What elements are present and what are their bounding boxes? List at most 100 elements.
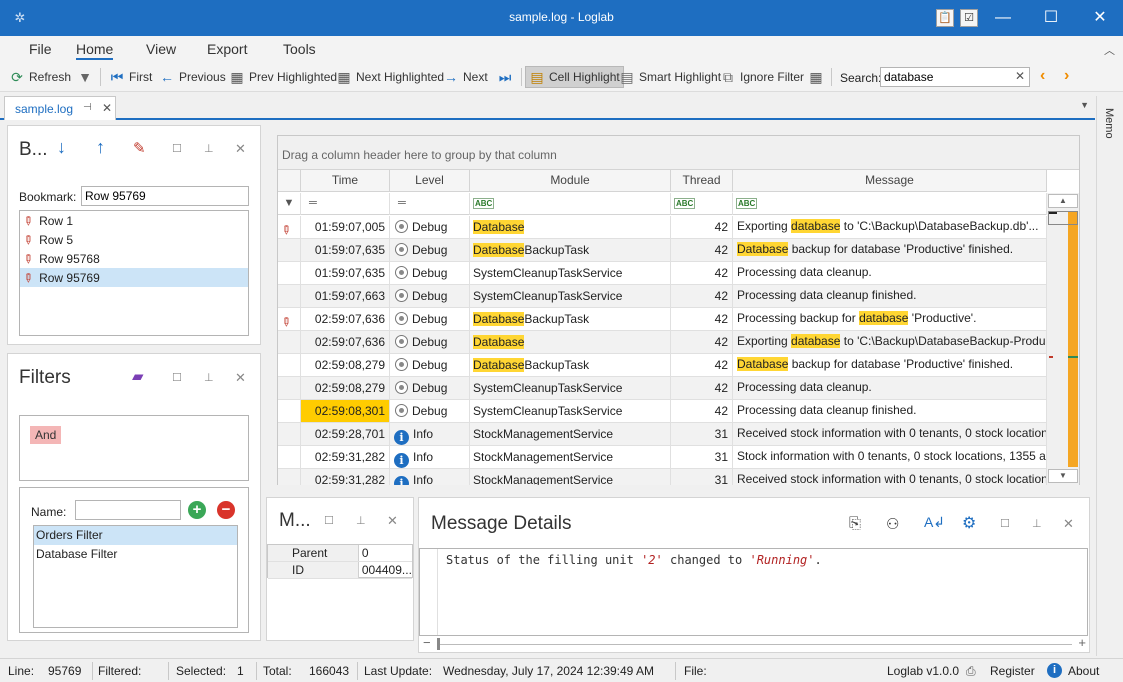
close-panel-icon[interactable]: ✕ bbox=[387, 513, 398, 529]
tab-list-dropdown-icon[interactable]: ▼ bbox=[1080, 100, 1089, 110]
property-row[interactable]: ID 004409... bbox=[268, 562, 412, 579]
module-cell[interactable]: SystemCleanupTaskService bbox=[470, 285, 671, 307]
row-indicator-cell[interactable] bbox=[278, 446, 301, 468]
bookmark-item[interactable]: ✎ Row 95768 bbox=[20, 249, 248, 268]
maximize-button[interactable]: ☐ bbox=[1028, 0, 1074, 36]
column-header-thread[interactable]: Thread bbox=[671, 170, 733, 192]
scroll-up-icon[interactable]: ▲ bbox=[1048, 194, 1078, 208]
row-indicator-cell[interactable] bbox=[278, 423, 301, 445]
gear-icon[interactable]: ⚙ bbox=[962, 513, 976, 533]
thread-cell[interactable]: 31 bbox=[671, 423, 733, 445]
search-next-icon[interactable]: › bbox=[1064, 67, 1069, 85]
property-row[interactable]: Parent 0 bbox=[268, 545, 412, 562]
filter-item[interactable]: Orders Filter bbox=[34, 526, 237, 545]
minimize-button[interactable]: — bbox=[980, 0, 1026, 36]
bookmark-item[interactable]: ✎ Row 5 bbox=[20, 230, 248, 249]
zoom-out-icon[interactable]: − bbox=[423, 635, 431, 650]
grid-options-button[interactable]: ▦ bbox=[805, 66, 827, 88]
row-indicator-cell[interactable] bbox=[278, 331, 301, 353]
clipboard-icon[interactable]: 📋 bbox=[936, 9, 954, 27]
eraser-icon[interactable]: ▰ bbox=[132, 367, 144, 385]
message-cell[interactable]: Database backup for database 'Productive… bbox=[733, 239, 1047, 261]
module-cell[interactable]: DatabaseBackupTask bbox=[470, 239, 671, 261]
module-cell[interactable]: DatabaseBackupTask bbox=[470, 308, 671, 330]
bookmark-input[interactable] bbox=[81, 186, 249, 206]
row-indicator-cell[interactable] bbox=[278, 262, 301, 284]
table-row[interactable]: 01:59:07,635 Debug DatabaseBackupTask 42 Dat… bbox=[278, 239, 1047, 262]
module-cell[interactable]: StockManagementService bbox=[470, 423, 671, 445]
message-cell[interactable]: Exporting database to 'C:\Backup\Databas… bbox=[733, 216, 1047, 238]
maximize-panel-icon[interactable]: ☐ bbox=[324, 514, 334, 527]
close-panel-icon[interactable]: ✕ bbox=[235, 141, 246, 157]
arrow-down-icon[interactable]: ↓ bbox=[57, 137, 66, 158]
message-cell[interactable]: Processing data cleanup. bbox=[733, 377, 1047, 399]
message-cell[interactable]: Exporting database to 'C:\Backup\Databas… bbox=[733, 331, 1047, 353]
row-indicator-cell[interactable] bbox=[278, 285, 301, 307]
search-input[interactable] bbox=[881, 68, 1011, 86]
register-icon[interactable]: ⎙ bbox=[966, 664, 976, 679]
info-icon[interactable]: i bbox=[1047, 663, 1062, 678]
message-cell[interactable]: Stock information with 0 tenants, 0 stoc… bbox=[733, 446, 1047, 468]
thread-filter-cell[interactable]: ABC bbox=[671, 193, 733, 215]
level-cell[interactable]: Debug bbox=[390, 239, 470, 261]
menu-view[interactable]: View bbox=[146, 41, 176, 57]
table-row[interactable]: 02:59:31,282 i Info StockManagementService 3… bbox=[278, 469, 1047, 485]
module-cell[interactable]: SystemCleanupTaskService bbox=[470, 377, 671, 399]
level-cell[interactable]: i Info bbox=[390, 446, 470, 468]
message-cell[interactable]: Database backup for database 'Productive… bbox=[733, 354, 1047, 376]
close-panel-icon[interactable]: ✕ bbox=[235, 370, 246, 386]
scroll-knob[interactable] bbox=[437, 638, 440, 650]
thread-cell[interactable]: 42 bbox=[671, 377, 733, 399]
table-row[interactable]: 02:59:08,301 Debug SystemCleanupTaskServic… bbox=[278, 400, 1047, 423]
filter-name-input[interactable] bbox=[75, 500, 181, 520]
message-cell[interactable]: Processing backup for database 'Producti… bbox=[733, 308, 1047, 330]
checklist-icon[interactable]: ☑ bbox=[960, 9, 978, 27]
filter-button[interactable]: ▼ bbox=[74, 66, 96, 88]
time-cell[interactable]: 02:59:07,636 bbox=[301, 308, 390, 330]
maximize-panel-icon[interactable]: ☐ bbox=[1000, 517, 1010, 530]
level-cell[interactable]: Debug bbox=[390, 262, 470, 284]
remove-filter-button[interactable]: − bbox=[217, 501, 235, 519]
table-row[interactable]: 02:59:07,636 Debug Database 42 Exporting dat… bbox=[278, 331, 1047, 354]
pin-icon[interactable]: ⊣ bbox=[83, 102, 92, 113]
arrow-up-icon[interactable]: ↑ bbox=[96, 137, 105, 158]
module-cell[interactable]: Database bbox=[470, 331, 671, 353]
pin-panel-icon[interactable]: ⊥ bbox=[1032, 517, 1042, 530]
table-row[interactable]: ✎ 01:59:07,005 Debug Database 42 Exporting da… bbox=[278, 216, 1047, 239]
column-header-message[interactable]: Message bbox=[733, 170, 1047, 192]
module-cell[interactable]: DatabaseBackupTask bbox=[470, 354, 671, 376]
row-indicator-cell[interactable]: ✎ bbox=[278, 308, 301, 330]
refresh-button[interactable]: ⟳ Refresh bbox=[6, 66, 74, 88]
prev-highlighted-button[interactable]: ▦ Prev Highlighted bbox=[226, 66, 340, 88]
vertical-scrollbar[interactable]: ▲ ▼ bbox=[1047, 193, 1079, 485]
zoom-in-icon[interactable]: + bbox=[1078, 635, 1086, 650]
time-cell[interactable]: 02:59:07,636 bbox=[301, 331, 390, 353]
message-cell[interactable]: Received stock information with 0 tenant… bbox=[733, 423, 1047, 445]
column-header-time[interactable]: Time bbox=[301, 170, 390, 192]
level-cell[interactable]: Debug bbox=[390, 308, 470, 330]
module-cell[interactable]: StockManagementService bbox=[470, 446, 671, 468]
row-indicator-cell[interactable] bbox=[278, 354, 301, 376]
menu-file[interactable]: File bbox=[29, 41, 52, 57]
collapse-ribbon-icon[interactable]: ︿ bbox=[1104, 42, 1115, 58]
maximize-panel-icon[interactable]: ☐ bbox=[172, 142, 182, 155]
row-indicator-cell[interactable] bbox=[278, 377, 301, 399]
pin-panel-icon[interactable]: ⊥ bbox=[204, 371, 214, 384]
menu-home[interactable]: Home bbox=[76, 41, 114, 60]
word-wrap-icon[interactable]: A↲ bbox=[924, 514, 945, 531]
search-prev-icon[interactable]: ‹ bbox=[1040, 67, 1045, 85]
table-row[interactable]: 01:59:07,635 Debug SystemCleanupTaskServic… bbox=[278, 262, 1047, 285]
pin-panel-icon[interactable]: ⊥ bbox=[204, 142, 214, 155]
level-filter-cell[interactable]: ═ bbox=[390, 193, 470, 215]
message-cell[interactable]: Processing data cleanup. bbox=[733, 262, 1047, 284]
row-indicator-cell[interactable]: ✎ bbox=[278, 216, 301, 238]
bookmark-item[interactable]: ✎ Row 95769 bbox=[20, 268, 248, 287]
and-chip[interactable]: And bbox=[30, 426, 62, 444]
time-cell[interactable]: 02:59:08,279 bbox=[301, 354, 390, 376]
level-cell[interactable]: Debug bbox=[390, 285, 470, 307]
table-row[interactable]: 02:59:08,279 Debug SystemCleanupTaskServic… bbox=[278, 377, 1047, 400]
level-cell[interactable]: Debug bbox=[390, 377, 470, 399]
message-cell[interactable]: Received stock information with 0 tenant… bbox=[733, 469, 1047, 485]
thread-cell[interactable]: 42 bbox=[671, 400, 733, 422]
time-cell[interactable]: 02:59:08,301 bbox=[301, 400, 390, 422]
